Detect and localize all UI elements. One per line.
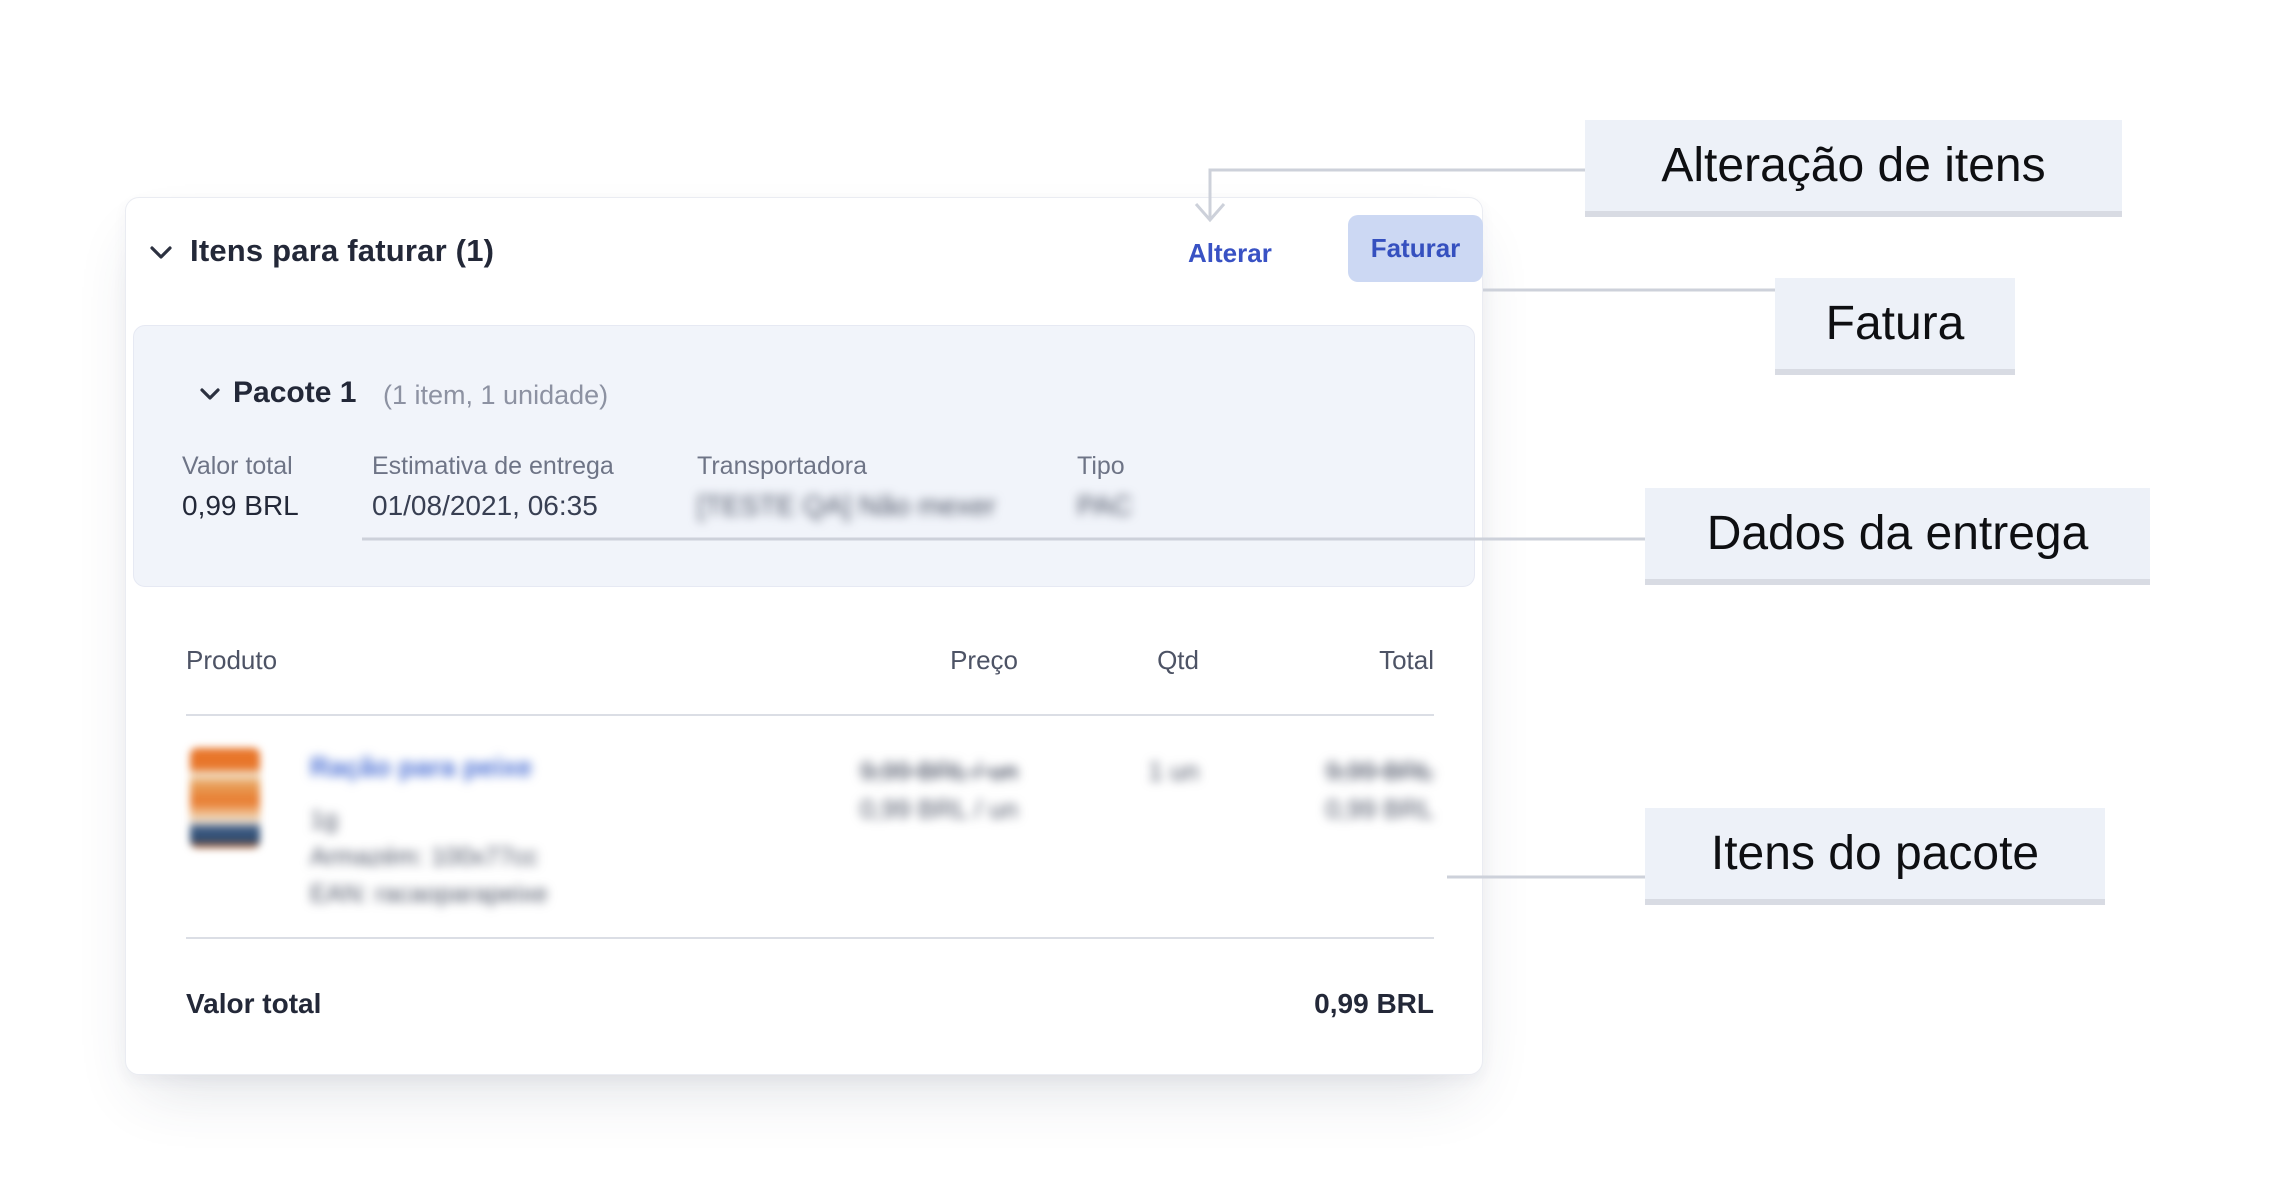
field-label-tipo: Tipo [1077, 452, 1125, 481]
qty-value-blurred: 1 un [999, 752, 1199, 790]
callout-invoice: Fatura [1775, 278, 2015, 375]
footer-total-label: Valor total [186, 988, 321, 1020]
field-value-valor-total: 0,99 BRL [182, 490, 299, 522]
field-value-transportadora-blurred: [TESTE QA] Não mexer [697, 490, 996, 522]
chevron-down-icon[interactable] [197, 385, 225, 405]
chevron-down-icon[interactable] [146, 242, 176, 264]
screenshot-stage: Itens para faturar (1) Alterar Faturar P… [0, 0, 2286, 1179]
product-detail-ean-blurred: EAN: racaoparapeixe [310, 880, 548, 909]
total-cell: 9,99 BRL 0,99 BRL [1234, 752, 1434, 828]
price-current-blurred: 0,99 BRL / un [818, 790, 1018, 828]
field-label-transportadora: Transportadora [697, 452, 867, 481]
table-header-divider [186, 714, 1434, 716]
footer-total-value: 0,99 BRL [1234, 988, 1434, 1020]
field-value-tipo-blurred: PAC [1077, 490, 1133, 522]
card-title: Itens para faturar (1) [190, 233, 494, 269]
product-detail-weight-blurred: 1g [310, 806, 338, 835]
callout-items-change: Alteração de itens [1585, 120, 2122, 217]
column-header-qty: Qtd [999, 645, 1199, 676]
package-title: Pacote 1 [233, 376, 356, 410]
field-value-estimativa: 01/08/2021, 06:35 [372, 490, 598, 522]
price-cell: 9,99 BRL / un 0,99 BRL / un [818, 752, 1018, 828]
alter-link[interactable]: Alterar [1188, 238, 1272, 269]
callout-package-items: Itens do pacote [1645, 808, 2105, 905]
qty-cell: 1 un [999, 752, 1199, 790]
callout-delivery-data: Dados da entrega [1645, 488, 2150, 585]
package-subtitle: (1 item, 1 unidade) [383, 380, 608, 411]
product-detail-warehouse-blurred: Armazém: 100x77cc [310, 843, 538, 872]
table-row-divider [186, 937, 1434, 939]
field-label-valor-total: Valor total [182, 452, 293, 481]
total-original-blurred: 9,99 BRL [1234, 752, 1434, 790]
total-current-blurred: 0,99 BRL [1234, 790, 1434, 828]
invoice-button[interactable]: Faturar [1348, 215, 1483, 282]
price-original-blurred: 9,99 BRL / un [818, 752, 1018, 790]
field-label-estimativa: Estimativa de entrega [372, 452, 614, 481]
column-header-price: Preço [818, 645, 1018, 676]
column-header-total: Total [1234, 645, 1434, 676]
product-thumbnail[interactable] [190, 748, 260, 848]
column-header-product: Produto [186, 645, 277, 676]
product-name-link-blurred[interactable]: Ração para peixe [310, 752, 532, 783]
